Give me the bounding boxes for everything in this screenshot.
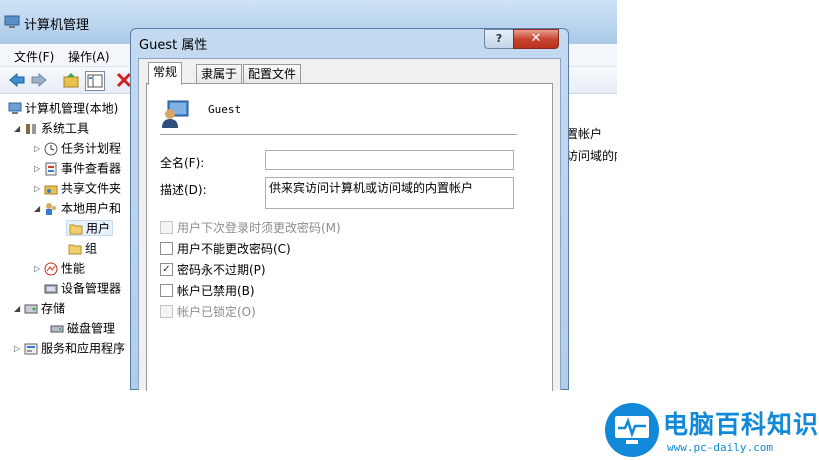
watermark-logo-icon [605, 403, 659, 457]
computer-management-icon [4, 15, 20, 28]
up-folder-icon[interactable] [62, 71, 80, 89]
checkbox-box[interactable] [160, 221, 173, 234]
tools-icon [26, 123, 36, 134]
tree-item-performance[interactable]: ▷ 性能 [34, 258, 85, 278]
checkbox-account-disabled[interactable]: 帐户已禁用(B) [160, 283, 255, 299]
dialog-body: 常规 隶属于 配置文件 Guest 全名(F): 描述(D): 供来宾访问计算机… [138, 58, 561, 391]
user-account-icon [162, 100, 189, 128]
tab-member-of[interactable]: 隶属于 [196, 64, 243, 84]
checkbox-cannot-change-password[interactable]: 用户不能更改密码(C) [160, 241, 291, 257]
tab-profile[interactable]: 配置文件 [243, 64, 302, 84]
tree-item-groups[interactable]: 组 [68, 238, 97, 258]
checkbox-box[interactable] [160, 242, 173, 255]
tree-item-task-scheduler[interactable]: ▷ 任务计划程 [34, 138, 121, 158]
folder-icon [69, 224, 83, 234]
tree-item-computer-management[interactable]: 计算机管理(本地) [8, 98, 118, 118]
expand-icon[interactable]: ▷ [34, 259, 44, 279]
checkbox-password-never-expires[interactable]: ✓ 密码永不过期(P) [160, 262, 266, 278]
shared-folder-icon [44, 185, 58, 194]
expand-icon[interactable]: ▷ [34, 139, 44, 159]
checkbox-box[interactable] [160, 305, 173, 318]
disk-icon [50, 325, 64, 332]
tab-general[interactable]: 常规 [148, 62, 183, 85]
help-button[interactable]: ? [484, 29, 514, 49]
storage-icon [24, 304, 38, 313]
main-window-title: 计算机管理 [24, 18, 90, 33]
tree-item-services-applications[interactable]: ▷ 服务和应用程序 [14, 338, 125, 358]
performance-icon [44, 262, 58, 275]
forward-arrow-icon[interactable] [30, 71, 48, 89]
tree-item-users[interactable]: 用户 [66, 218, 114, 238]
expand-icon[interactable]: ▷ [34, 159, 44, 179]
fullname-input[interactable] [265, 150, 514, 170]
checkbox-box-checked[interactable]: ✓ [160, 263, 173, 276]
tree-item-event-viewer[interactable]: ▷ 事件查看器 [34, 158, 121, 178]
back-arrow-icon[interactable] [8, 71, 26, 89]
close-button[interactable]: ✕ [513, 29, 559, 49]
expand-icon[interactable]: ▷ [34, 179, 44, 199]
details-text: 访问域的内 [566, 149, 617, 163]
folder-icon [68, 244, 82, 254]
tree-item-device-manager[interactable]: 设备管理器 [44, 278, 121, 298]
watermark-url: www.pc-daily.com [667, 441, 773, 454]
checkbox-account-locked[interactable]: 帐户已锁定(O) [160, 304, 256, 320]
show-hide-tree-icon[interactable] [85, 71, 105, 91]
tree-item-storage[interactable]: ◢ 存储 [14, 298, 65, 318]
clock-icon [44, 142, 58, 155]
separator [160, 134, 517, 135]
description-label: 描述(D): [160, 183, 207, 197]
account-name: Guest [208, 103, 242, 116]
computer-icon [8, 102, 22, 114]
expand-icon[interactable]: ▷ [14, 339, 24, 359]
collapse-icon[interactable]: ◢ [34, 199, 44, 219]
details-text: 置帐户 [566, 127, 603, 141]
tree-item-disk-management[interactable]: 磁盘管理 [50, 318, 115, 338]
dialog-title: Guest 属性 [139, 38, 208, 53]
event-viewer-icon [45, 162, 57, 175]
description-input[interactable]: 供来宾访问计算机或访问域的内置帐户 [265, 177, 514, 209]
navigation-tree: 计算机管理(本地) ◢ 系统工具 ▷ 任务计划程 ▷ 事件查看器 ▷ 共享文件夹 ◢ 本地… [0, 94, 132, 381]
tree-item-system-tools[interactable]: ◢ 系统工具 [14, 118, 89, 138]
fullname-label: 全名(F): [160, 156, 205, 170]
checkbox-must-change-password[interactable]: 用户下次登录时须更改密码(M) [160, 220, 341, 236]
device-manager-icon [44, 284, 58, 293]
checkbox-box[interactable] [160, 284, 173, 297]
menu-action[interactable]: 操作(A) [68, 48, 110, 65]
selected-highlight: 用户 [66, 220, 114, 236]
general-tab-panel: Guest 全名(F): 描述(D): 供来宾访问计算机或访问域的内置帐户 用户… [146, 83, 553, 391]
tree-item-local-users-groups[interactable]: ◢ 本地用户和 [34, 198, 121, 218]
services-icon [24, 343, 38, 354]
collapse-icon[interactable]: ◢ [14, 299, 24, 319]
guest-properties-dialog: Guest 属性 ? ✕ 常规 隶属于 配置文件 Guest 全名(F): 描述… [130, 28, 569, 391]
collapse-icon[interactable]: ◢ [14, 119, 24, 139]
users-icon [46, 202, 56, 215]
tree-item-shared-folders[interactable]: ▷ 共享文件夹 [34, 178, 121, 198]
menu-file[interactable]: 文件(F) [14, 48, 54, 65]
watermark-text: 电脑百科知识 [663, 410, 819, 439]
